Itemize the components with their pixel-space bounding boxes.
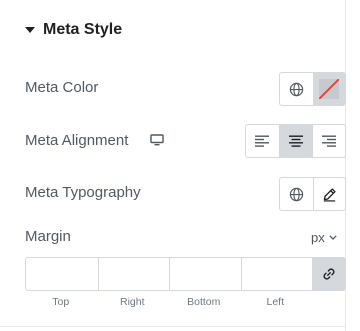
pencil-icon	[323, 187, 336, 202]
link-values-button[interactable]	[312, 258, 345, 290]
margin-top-label: Top	[52, 296, 70, 308]
margin-top-input[interactable]	[26, 258, 98, 290]
global-colors-button[interactable]	[280, 73, 313, 105]
meta-alignment-control	[245, 124, 346, 158]
empty-color-swatch	[319, 79, 340, 99]
align-right-button[interactable]	[311, 125, 345, 157]
meta-color-label: Meta Color	[25, 79, 99, 96]
color-picker-button[interactable]	[312, 73, 345, 105]
globe-icon	[289, 187, 303, 201]
global-typography-button[interactable]	[280, 178, 313, 210]
meta-typography-control	[279, 177, 346, 211]
meta-alignment-label: Meta Alignment	[25, 132, 129, 149]
margin-bottom-input[interactable]	[169, 258, 241, 290]
section-header-meta-style[interactable]: Meta Style	[25, 19, 122, 41]
meta-color-control	[279, 72, 346, 106]
desktop-icon[interactable]	[150, 134, 164, 146]
align-left-button[interactable]	[246, 125, 279, 157]
margin-label: Margin	[25, 228, 71, 245]
margin-left-input[interactable]	[240, 258, 313, 290]
section-title: Meta Style	[43, 21, 123, 38]
link-icon	[323, 268, 335, 280]
section-divider	[0, 326, 346, 327]
margin-unit-select[interactable]: px	[311, 230, 337, 245]
margin-side-labels: Top Right Bottom Left	[25, 296, 311, 308]
margin-unit-value: px	[311, 230, 325, 245]
margin-left-label: Left	[266, 296, 284, 308]
align-center-icon	[288, 135, 303, 147]
chevron-down-icon	[329, 235, 337, 240]
edit-typography-button[interactable]	[312, 178, 346, 210]
meta-typography-label: Meta Typography	[25, 184, 141, 201]
margin-bottom-label: Bottom	[187, 296, 221, 308]
globe-icon	[289, 82, 303, 96]
align-left-icon	[255, 135, 270, 147]
meta-style-panel: Meta Style Meta Color Meta Alignment Met…	[0, 0, 346, 331]
margin-right-input[interactable]	[97, 258, 170, 290]
align-center-button[interactable]	[278, 125, 312, 157]
margin-right-label: Right	[119, 296, 145, 308]
caret-down-icon	[25, 27, 35, 33]
align-right-icon	[321, 135, 336, 147]
margin-dimensions	[25, 257, 346, 291]
